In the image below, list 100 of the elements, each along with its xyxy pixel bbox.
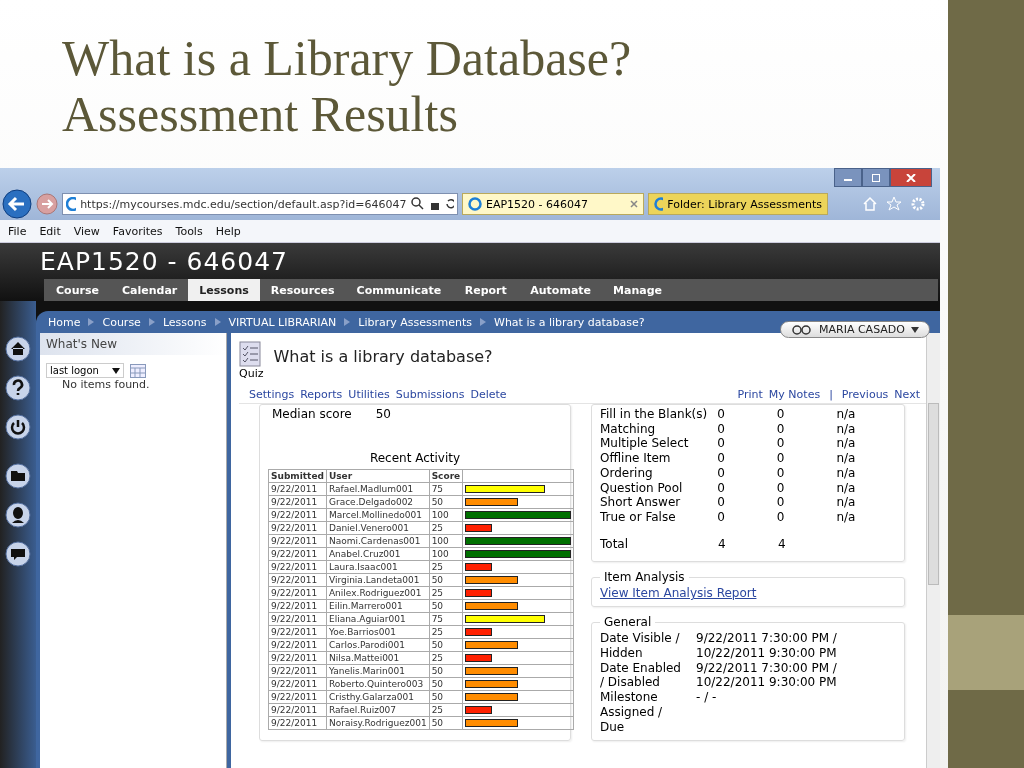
ie-page-icon	[468, 197, 482, 211]
table-cell-text: Total	[600, 536, 630, 552]
nav-tab[interactable]: Resources	[259, 279, 346, 301]
pager-link[interactable]: Next	[894, 388, 920, 401]
table-cell: 9/22/2011	[268, 612, 327, 626]
table-cell: Rafael.Madlum001	[326, 482, 430, 496]
action-link[interactable]: Settings	[249, 388, 295, 401]
home-icon[interactable]	[5, 336, 31, 362]
table-cell-text: n/a	[836, 495, 857, 510]
table-cell: Virginia.Landeta001	[326, 573, 430, 587]
table-cell: Roberto.Quintero003	[326, 677, 430, 691]
table-cell: 9/22/2011	[268, 573, 327, 587]
browser-tab[interactable]: Folder: Library Assessments	[648, 193, 828, 215]
back-button[interactable]	[2, 189, 32, 219]
action-link[interactable]: Delete	[470, 388, 507, 401]
table-cell-text: Fill in the Blank(s)	[600, 407, 709, 422]
table-cell: Eliana.Aguiar001	[326, 612, 430, 626]
table-cell: Naomi.Cardenas001	[326, 534, 430, 548]
table-cell: 100	[429, 547, 463, 561]
table-cell: Anilex.Rodriguez001	[326, 586, 430, 600]
field-label: Milestone	[600, 690, 659, 705]
section-title: Item Analysis	[603, 570, 686, 585]
forward-button[interactable]	[36, 193, 58, 215]
table-cell-text: 0	[776, 480, 786, 496]
table-cell: 25	[429, 560, 463, 574]
table-cell-text: n/a	[836, 480, 857, 496]
nav-tab[interactable]: Automate	[519, 279, 603, 301]
nav-tab[interactable]: Report	[452, 279, 520, 301]
field-label: Date Visible / Hidden	[600, 631, 681, 661]
table-cell-text: 4	[718, 536, 727, 552]
table-cell-text: 0	[717, 436, 726, 452]
user-menu[interactable]: MARIA CASADO	[780, 321, 930, 338]
table-cell: 100	[429, 508, 463, 522]
breadcrumb-link[interactable]: Lessons	[162, 315, 207, 329]
table-cell: 9/22/2011	[268, 638, 327, 652]
menu-item[interactable]: Favorites	[112, 224, 163, 238]
breadcrumb-link[interactable]: Home	[48, 315, 81, 329]
table-cell-text: True or False	[600, 509, 677, 525]
close-button[interactable]	[890, 168, 932, 187]
folder-icon[interactable]	[5, 463, 31, 489]
median-value: 50	[375, 407, 391, 421]
browser-tab[interactable]: EAP1520 - 646047	[462, 193, 644, 215]
table-cell-text: Matching	[600, 421, 657, 437]
action-link[interactable]: Reports	[300, 388, 343, 401]
breadcrumb-arrow-icon	[88, 318, 95, 326]
help-icon[interactable]	[5, 375, 31, 401]
report-link[interactable]: View Item Analysis Report	[600, 586, 757, 601]
table-cell-text: Question Pool	[600, 480, 684, 496]
slide-title: Assessment Results	[62, 86, 459, 142]
nav-tab[interactable]: Manage	[602, 279, 673, 301]
table-cell: 9/22/2011	[268, 521, 327, 535]
nav-tab[interactable]: Lessons	[188, 279, 260, 301]
menu-item[interactable]: Tools	[175, 224, 203, 238]
column-header: User	[326, 469, 430, 483]
nav-tab[interactable]: Calendar	[111, 279, 189, 301]
tool-link[interactable]: My Notes	[768, 388, 821, 401]
nav-tab[interactable]: Communicate	[345, 279, 453, 301]
close-icon[interactable]	[630, 200, 638, 208]
person-icon[interactable]	[5, 502, 31, 528]
table-cell: 9/22/2011	[268, 625, 327, 639]
table-cell-text: 0	[717, 480, 726, 496]
filter-dropdown[interactable]: last logon	[46, 363, 124, 378]
checklist-icon	[239, 341, 261, 367]
table-cell-text: n/a	[836, 451, 857, 466]
breadcrumb-arrow-icon	[148, 318, 155, 326]
table-cell: Laura.Isaac001	[326, 560, 430, 574]
table-cell: 9/22/2011	[268, 703, 327, 717]
scrollbar[interactable]	[926, 333, 940, 768]
pager-link[interactable]: Previous	[841, 388, 889, 401]
breadcrumb-link[interactable]: Library Assessments	[358, 315, 472, 329]
menu-item[interactable]: View	[73, 224, 100, 238]
nav-tab[interactable]: Course	[44, 279, 111, 301]
table-cell: 9/22/2011	[268, 651, 327, 665]
table-cell: 9/22/2011	[268, 547, 327, 561]
table-cell: 9/22/2011	[268, 677, 327, 691]
table-cell: Grace.Delgado002	[326, 495, 430, 509]
caret-icon	[112, 367, 120, 374]
table-cell: Carlos.Parodi001	[326, 638, 430, 652]
table-cell: 9/22/2011	[268, 586, 327, 600]
breadcrumb-link[interactable]: What is a library database?	[494, 315, 645, 329]
table-cell: 50	[429, 716, 463, 730]
calendar-icon[interactable]	[130, 363, 146, 378]
breadcrumb-link[interactable]: VIRTUAL LIBRARIAN	[228, 315, 337, 329]
address-bar[interactable]: https://mycourses.mdc.edu/section/default.asp?id=646047	[62, 193, 458, 215]
power-icon[interactable]	[5, 414, 31, 440]
menu-item[interactable]: Edit	[39, 224, 61, 238]
breadcrumb-link[interactable]: Course	[102, 315, 141, 329]
column-header: Score	[429, 469, 463, 483]
tool-link[interactable]: Print	[737, 388, 763, 401]
maximize-button[interactable]	[862, 168, 890, 187]
table-cell: 25	[429, 521, 463, 535]
maximize-icon	[871, 173, 881, 182]
table-cell-text: 0	[776, 451, 786, 466]
table-cell: Rafael.Ruiz007	[326, 703, 430, 717]
action-link[interactable]: Submissions	[395, 388, 465, 401]
minimize-button[interactable]	[834, 168, 862, 187]
chat-icon[interactable]	[5, 541, 31, 567]
action-link[interactable]: Utilities	[348, 388, 390, 401]
menu-item[interactable]: Help	[215, 224, 241, 238]
menu-item[interactable]: File	[8, 224, 27, 238]
